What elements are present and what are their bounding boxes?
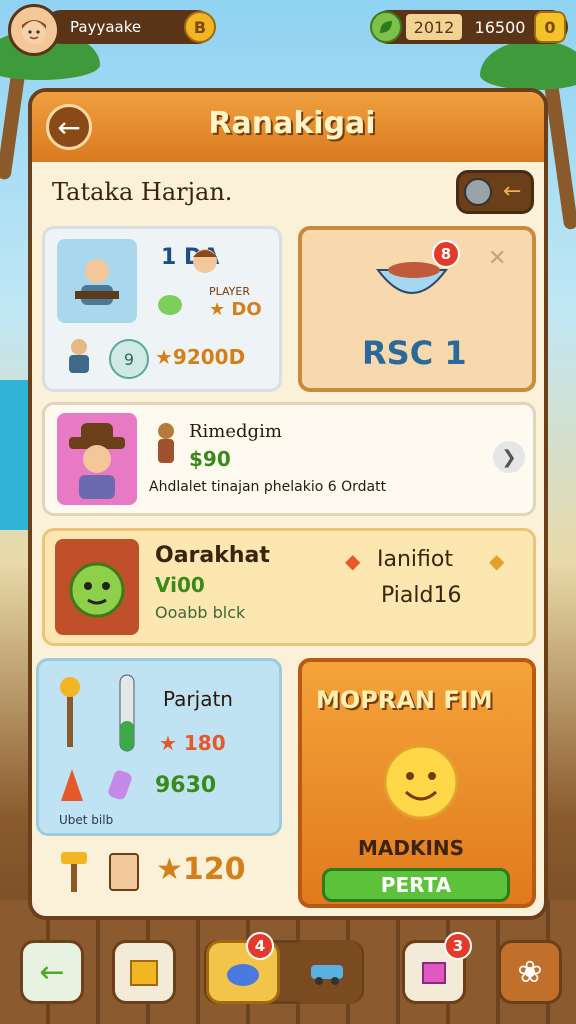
promo-label: MADKINS <box>358 836 465 860</box>
gear-icon: ❀ <box>517 954 543 990</box>
small-character-icon <box>59 335 99 379</box>
bowl-badge: 8 <box>432 240 460 268</box>
car-icon <box>311 965 343 985</box>
add-currency-label: 0 <box>544 17 556 37</box>
nav-vehicle-button[interactable] <box>292 940 362 1004</box>
promo-buy-button[interactable]: PERTA <box>322 868 510 902</box>
potion-tube-icon <box>113 671 141 755</box>
back-button[interactable]: ← <box>46 104 92 150</box>
monster-sub: Ooabb blck <box>155 603 246 622</box>
profile-price: $90 <box>189 447 231 471</box>
bowl-label: RSC 1 <box>362 334 467 372</box>
green-monster-icon <box>55 539 139 635</box>
smiling-sun-icon <box>366 732 476 832</box>
back-arrow-icon: ← <box>57 110 81 144</box>
shop-panel: ← Ranakigai Tataka Harjan. ← 1 DA PLAYER… <box>28 88 548 920</box>
leaf-icon <box>380 21 392 33</box>
crafters-mid-label: PLAYER <box>209 285 250 298</box>
player-avatar[interactable] <box>8 4 60 56</box>
pink-cube-icon <box>422 962 446 984</box>
crafters-price: ★9200D <box>155 345 246 369</box>
profile-description: Ahdlalet tinajan phelakio 6 Ordatt <box>149 479 387 495</box>
torch-icon <box>53 673 87 753</box>
card-monster[interactable]: Oarakhat Vi00 Ooabb blck ◆ Ianifiot ◆ Pi… <box>42 528 536 646</box>
nav-gifts-badge: 3 <box>444 932 472 960</box>
purple-gem-icon <box>105 765 135 805</box>
tools-title: Parjatn <box>163 687 233 711</box>
resource-b-value: 16500 <box>474 17 526 37</box>
nav-inventory-button[interactable] <box>112 940 176 1004</box>
crate-icon <box>130 960 158 986</box>
add-currency-button[interactable]: 0 <box>534 11 566 43</box>
card-tools[interactable]: Parjatn ★ 180 9630 Ubet bilb <box>36 658 282 836</box>
supply-box-icon <box>104 846 144 896</box>
monster-name: Oarakhat <box>155 543 270 568</box>
chevron-right-icon[interactable]: ❯ <box>493 441 525 473</box>
panel-title: Ranakigai <box>208 106 376 141</box>
character-face-icon <box>185 239 225 279</box>
silver-coin-icon: 9 <box>109 339 149 379</box>
hammer-icon <box>54 846 94 896</box>
tools-row2-value: 9630 <box>155 773 217 798</box>
crafter-portrait-icon <box>57 239 137 323</box>
flame-icon-left: ◆ <box>345 549 361 573</box>
blue-blob-icon <box>227 964 259 986</box>
player-name: Payyaake <box>70 18 142 36</box>
green-blob-icon <box>153 285 187 319</box>
green-arrow-left-icon: ← <box>39 954 65 990</box>
resource-a-value: 2012 <box>406 14 462 40</box>
monster-right-sub: Piald16 <box>381 583 462 608</box>
fire-flask-icon <box>57 765 87 805</box>
gold-coin-label: B <box>193 17 207 37</box>
crafters-stars-label: ★ DO <box>209 299 262 320</box>
bowl-close-icon[interactable]: ✕ <box>488 246 506 271</box>
gold-coin-icon[interactable]: B <box>184 11 216 43</box>
card-crafters[interactable]: 1 DA PLAYER ★ DO 9 ★9200D <box>42 226 282 392</box>
silver-coin-digit: 9 <box>123 349 135 369</box>
profile-name: Rimedgim <box>189 421 282 442</box>
tools-footer: Ubet bilb <box>59 813 114 827</box>
mini-explorer-icon <box>151 419 181 469</box>
toggle-knob-icon <box>464 178 492 206</box>
nav-back-button[interactable]: ← <box>20 940 84 1004</box>
card-promo[interactable]: MOPRAN FIM MADKINS PERTA <box>298 658 536 908</box>
flame-icon-right: ◆ <box>489 549 505 573</box>
top-bar: Payyaake B 2012 16500 0 <box>0 0 576 56</box>
panel-subtitle: Tataka Harjan. <box>52 178 233 206</box>
tools-row1-value: ★ 180 <box>159 731 226 755</box>
card-bowl[interactable]: 8 ✕ RSC 1 <box>298 226 536 392</box>
avatar-face-icon <box>22 20 46 44</box>
monster-right-title: Ianifiot <box>377 547 453 572</box>
promo-banner: MOPRAN FIM <box>316 686 493 714</box>
promo-buy-label: PERTA <box>380 873 452 897</box>
gem-icon[interactable] <box>370 11 402 43</box>
explorer-portrait-icon <box>57 413 137 505</box>
nav-pets-badge: 4 <box>246 932 274 960</box>
card-profile[interactable]: Rimedgim $90 Ahdlalet tinajan phelakio 6… <box>42 402 536 516</box>
monster-value: Vi00 <box>155 573 205 597</box>
tools-bottom-value: ★120 <box>156 852 246 887</box>
nav-settings-button[interactable]: ❀ <box>498 940 562 1004</box>
filter-toggle[interactable]: ← <box>456 170 534 214</box>
panel-header: ← Ranakigai <box>32 92 544 162</box>
arrow-left-icon: ← <box>503 179 522 204</box>
